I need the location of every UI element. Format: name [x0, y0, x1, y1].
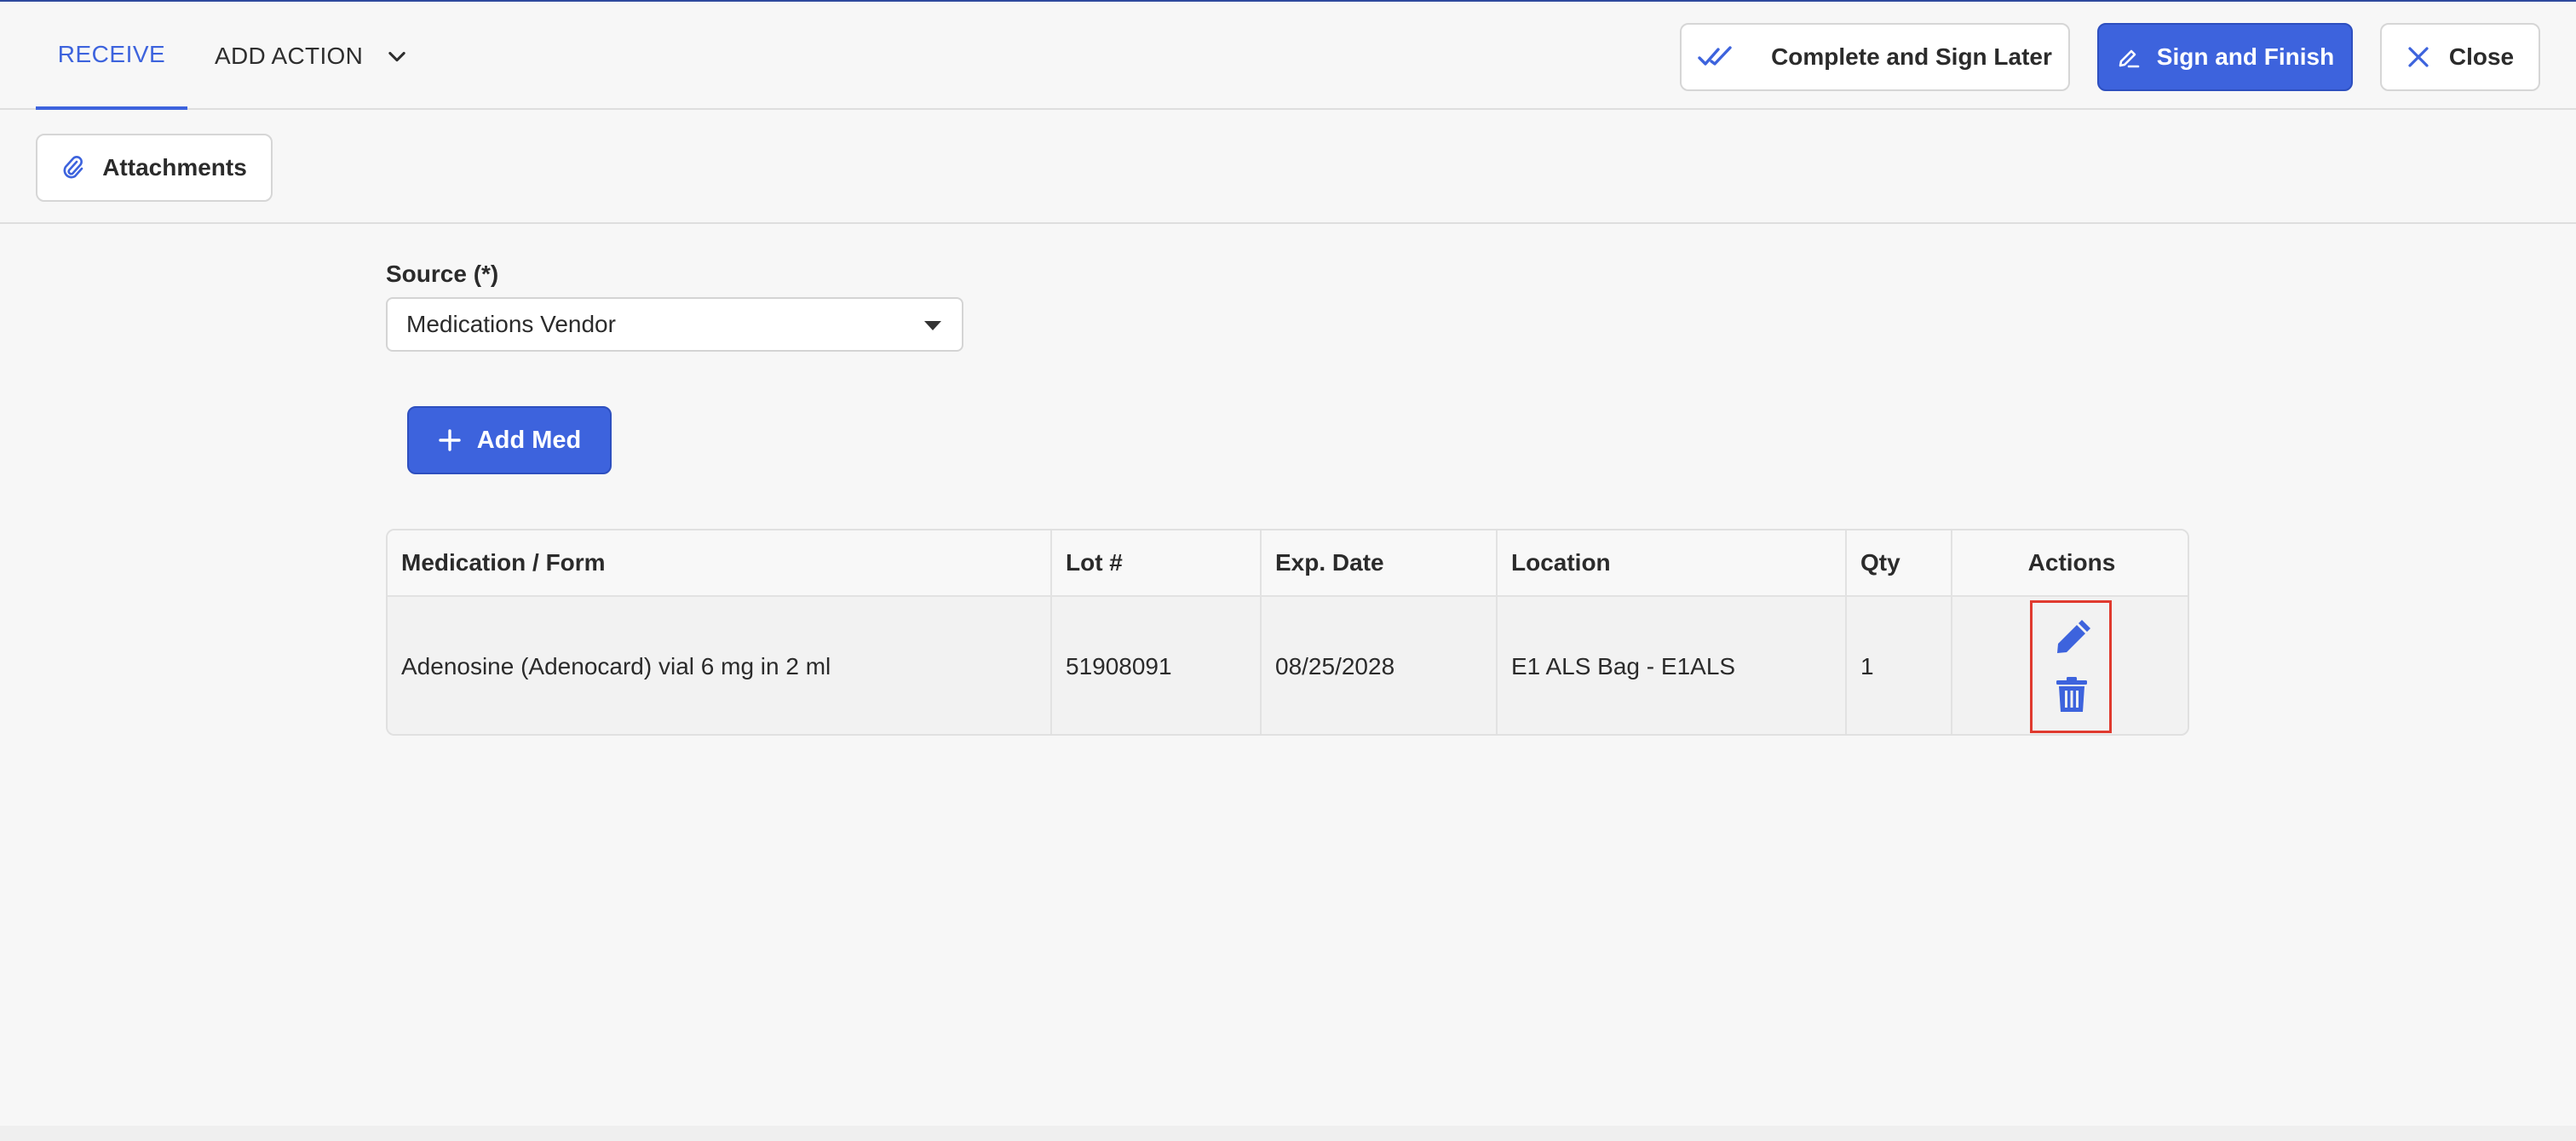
row-actions — [2030, 600, 2112, 733]
double-check-icon — [1698, 46, 1732, 66]
source-selected-value: Medications Vendor — [406, 311, 616, 337]
attachments-label: Attachments — [102, 154, 247, 181]
column-header-location: Location — [1511, 549, 1611, 576]
attachments-button[interactable]: Attachments — [36, 134, 273, 202]
pencil-icon[interactable] — [2053, 620, 2090, 657]
column-header-actions: Actions — [2027, 549, 2116, 576]
tab-add-action[interactable]: ADD ACTION — [215, 2, 409, 110]
chevron-down-icon — [388, 51, 405, 61]
close-icon — [2408, 47, 2429, 67]
complete-and-sign-later-button[interactable]: Complete and Sign Later — [1680, 23, 2070, 91]
sign-and-finish-label: Sign and Finish — [2156, 43, 2335, 70]
caret-down-icon — [924, 321, 941, 330]
medications-table: Medication / Form Lot # Exp. Date Locati… — [386, 529, 2189, 736]
column-header-medication: Medication / Form — [401, 549, 606, 576]
signature-pen-icon — [2119, 49, 2140, 68]
cell-exp-date: 08/25/2028 — [1275, 652, 1395, 679]
sign-and-finish-button[interactable]: Sign and Finish — [2097, 23, 2353, 91]
column-header-exp-date: Exp. Date — [1275, 549, 1384, 576]
source-label: Source (*) — [386, 261, 499, 287]
tab-add-action-label: ADD ACTION — [215, 42, 364, 69]
column-header-qty: Qty — [1860, 549, 1900, 576]
add-med-label: Add Med — [476, 426, 582, 454]
complete-and-sign-later-label: Complete and Sign Later — [1771, 43, 2052, 70]
tab-receive[interactable]: RECEIVE — [36, 2, 187, 110]
header-bar: RECEIVE ADD ACTION Complete and Sign Lat… — [0, 2, 2576, 110]
cell-medication: Adenosine (Adenocard) vial 6 mg in 2 ml — [401, 652, 831, 679]
paperclip-icon — [63, 156, 83, 179]
close-label: Close — [2448, 43, 2515, 70]
tab-receive-label: RECEIVE — [57, 40, 166, 67]
column-header-lot: Lot # — [1066, 549, 1123, 576]
source-select[interactable]: Medications Vendor — [386, 297, 963, 352]
add-med-button[interactable]: Add Med — [407, 406, 612, 474]
table-header: Medication / Form Lot # Exp. Date Locati… — [388, 530, 2188, 597]
close-button[interactable]: Close — [2380, 23, 2540, 91]
attachments-bar: Attachments — [0, 112, 2576, 224]
cell-location: E1 ALS Bag - E1ALS — [1511, 652, 1736, 679]
plus-icon — [439, 429, 461, 451]
footer-strip — [0, 1126, 2576, 1141]
cell-lot: 51908091 — [1066, 652, 1172, 679]
column-divider — [1951, 597, 1952, 734]
cell-qty: 1 — [1860, 652, 1874, 679]
table-row: Adenosine (Adenocard) vial 6 mg in 2 ml … — [388, 597, 2188, 734]
trash-icon[interactable] — [2056, 676, 2088, 714]
